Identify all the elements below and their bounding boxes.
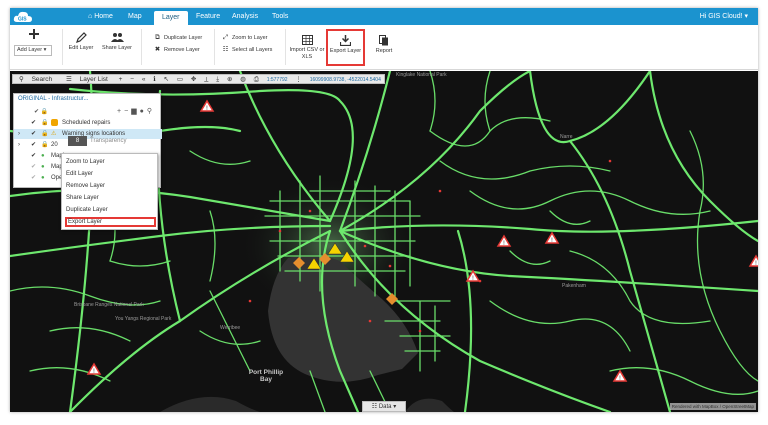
user-greeting[interactable]: Hi GIS Cloud! ▾ bbox=[700, 8, 748, 25]
check-all-icon[interactable]: ✔ 🔒 bbox=[34, 108, 48, 115]
map-label-brisbane-ranges: Brisbane Ranges National Park bbox=[74, 302, 144, 308]
globe-icon[interactable]: ◍ bbox=[237, 75, 249, 84]
layer-row-scheduled-repairs[interactable]: ✔ 🔒 Scheduled repairs bbox=[14, 118, 162, 128]
info-icon[interactable]: ℹ bbox=[150, 75, 158, 84]
expand-icon[interactable]: › bbox=[18, 140, 20, 150]
select-icon[interactable]: ↖ bbox=[161, 75, 172, 84]
transparency-value: 8 bbox=[68, 136, 87, 146]
zoom-to-layer-button[interactable]: ⤢ Zoom to Layer bbox=[222, 34, 268, 42]
import-csv-button[interactable]: Import CSV or XLS bbox=[288, 35, 326, 60]
menu-zoom-to-layer[interactable]: Zoom to Layer bbox=[65, 157, 156, 167]
list-icon: ☰ bbox=[66, 76, 72, 83]
expand-icon: ⤢ bbox=[222, 34, 229, 41]
warning-icon: ⚠ bbox=[51, 131, 57, 137]
report-icon bbox=[379, 35, 388, 46]
map-label-werribee: Werribee bbox=[220, 325, 241, 331]
svg-text:GIS: GIS bbox=[18, 17, 27, 23]
dropdown-icon: ▾ bbox=[43, 47, 47, 53]
pencil-icon bbox=[75, 32, 87, 43]
measure-icon[interactable]: ⟂ bbox=[201, 75, 211, 84]
nav-home[interactable]: ⌂ Home bbox=[88, 8, 113, 25]
nav-feature[interactable]: Feature bbox=[196, 8, 220, 25]
pan-icon[interactable]: ✥ bbox=[188, 75, 199, 84]
zoom-out-button[interactable]: − bbox=[127, 75, 137, 84]
layer-row-20[interactable]: › ✔ 🔒 20 bbox=[14, 140, 162, 150]
expand-icon[interactable]: › bbox=[18, 129, 20, 139]
more-icon[interactable]: ⋮ bbox=[292, 75, 305, 84]
remove-layer-button[interactable]: ✖ Remove Layer bbox=[154, 46, 200, 54]
map-label-port-phillip: Port Phillip Bay bbox=[248, 369, 284, 383]
table-icon: ☷ bbox=[371, 404, 378, 410]
menu-duplicate-layer[interactable]: Duplicate Layer bbox=[65, 205, 156, 215]
map-label-you-yangs: You Yangs Regional Park bbox=[115, 316, 172, 322]
download-icon[interactable]: ⤓ bbox=[213, 75, 222, 84]
layer-context-menu: Zoom to Layer Edit Layer Remove Layer Sh… bbox=[61, 153, 158, 230]
layer-list-button[interactable]: ☰ Layer List bbox=[60, 75, 114, 84]
map-title: ORIGINAL - Infrastructur... bbox=[18, 96, 89, 102]
pedestrian-icon bbox=[51, 119, 58, 126]
menu-edit-layer[interactable]: Edit Layer bbox=[65, 169, 156, 179]
collapse-button[interactable]: « bbox=[139, 75, 149, 84]
top-navigation-bar: GIS ⌂ Home Map Layer Feature Analysis To… bbox=[10, 8, 758, 25]
map-toolbar: ⚲ Search ☰ Layer List + − « ℹ ↖ ▭ ✥ ⟂ ⤓ … bbox=[12, 74, 385, 84]
zoom-icon[interactable]: ⊕ bbox=[224, 75, 235, 84]
panel-actions: +−▆●⚲ bbox=[117, 107, 155, 115]
nav-map[interactable]: Map bbox=[128, 8, 142, 25]
nav-tools[interactable]: Tools bbox=[272, 8, 288, 25]
nav-analysis[interactable]: Analysis bbox=[232, 8, 258, 25]
download-icon bbox=[340, 35, 351, 46]
duplicate-icon: ⧉ bbox=[155, 34, 160, 41]
table-icon bbox=[301, 35, 313, 45]
add-layer-button[interactable]: Add Layer ▾ bbox=[14, 28, 54, 56]
chevron-icon: ▾ bbox=[393, 404, 397, 410]
report-button[interactable]: Report bbox=[369, 35, 399, 55]
zoom-in-button[interactable]: + bbox=[116, 75, 126, 84]
map-scale: 1:577792 bbox=[266, 77, 288, 83]
map-attribution: Rendered with MapBox / OpenStreetMap bbox=[669, 403, 756, 410]
print-icon[interactable]: ⎙ bbox=[251, 75, 262, 84]
plus-icon bbox=[29, 29, 39, 39]
nav-layer[interactable]: Layer bbox=[154, 11, 188, 25]
data-tab[interactable]: ☷ Data ▾ bbox=[362, 401, 406, 412]
close-icon: ✖ bbox=[154, 46, 161, 53]
select-all-layers-button[interactable]: ☷ Select all Layers bbox=[222, 46, 273, 54]
rectangle-select-icon[interactable]: ▭ bbox=[174, 75, 186, 84]
export-layer-button[interactable]: Export Layer bbox=[326, 29, 365, 66]
search-button[interactable]: ⚲ Search bbox=[13, 75, 58, 84]
menu-export-layer[interactable]: Export Layer bbox=[65, 217, 156, 227]
folder-icon[interactable]: ▆ bbox=[131, 108, 139, 115]
duplicate-layer-button[interactable]: ⧉ Duplicate Layer bbox=[154, 34, 202, 42]
search-icon: ⚲ bbox=[19, 76, 24, 83]
map-label-kinglake: Kinglake National Park bbox=[396, 72, 447, 78]
users-icon bbox=[110, 33, 124, 42]
edit-layer-button[interactable]: Edit Layer bbox=[65, 32, 97, 52]
app-window: GIS ⌂ Home Map Layer Feature Analysis To… bbox=[10, 8, 758, 412]
map-label-narre: Narre bbox=[560, 134, 573, 140]
menu-share-layer[interactable]: Share Layer bbox=[65, 193, 156, 203]
gis-cloud-logo[interactable]: GIS bbox=[13, 10, 33, 23]
search-icon[interactable]: ⚲ bbox=[147, 108, 155, 115]
lock-icon: 🔒 bbox=[40, 109, 49, 115]
menu-remove-layer[interactable]: Remove Layer bbox=[65, 181, 156, 191]
coordinates-readout: 16099908.9738, -4522014.5404 bbox=[309, 77, 381, 83]
map-label-pakenham: Pakenham bbox=[562, 283, 586, 289]
layer-row-warning-signs[interactable]: › ✔ 🔒 ⚠ Warning signs locations bbox=[14, 129, 162, 139]
layer-ribbon-toolbar: Add Layer ▾ Edit Layer Share Layer ⧉ Dupl… bbox=[10, 25, 758, 70]
select-all-icon: ☷ bbox=[222, 46, 229, 53]
user-icon[interactable]: ● bbox=[140, 108, 147, 115]
transparency-label: Transparency bbox=[90, 138, 127, 144]
map-canvas[interactable]: ! ! ! ! ! ! ! Kinglake National Park Nar… bbox=[10, 71, 758, 412]
share-layer-button[interactable]: Share Layer bbox=[100, 32, 134, 52]
